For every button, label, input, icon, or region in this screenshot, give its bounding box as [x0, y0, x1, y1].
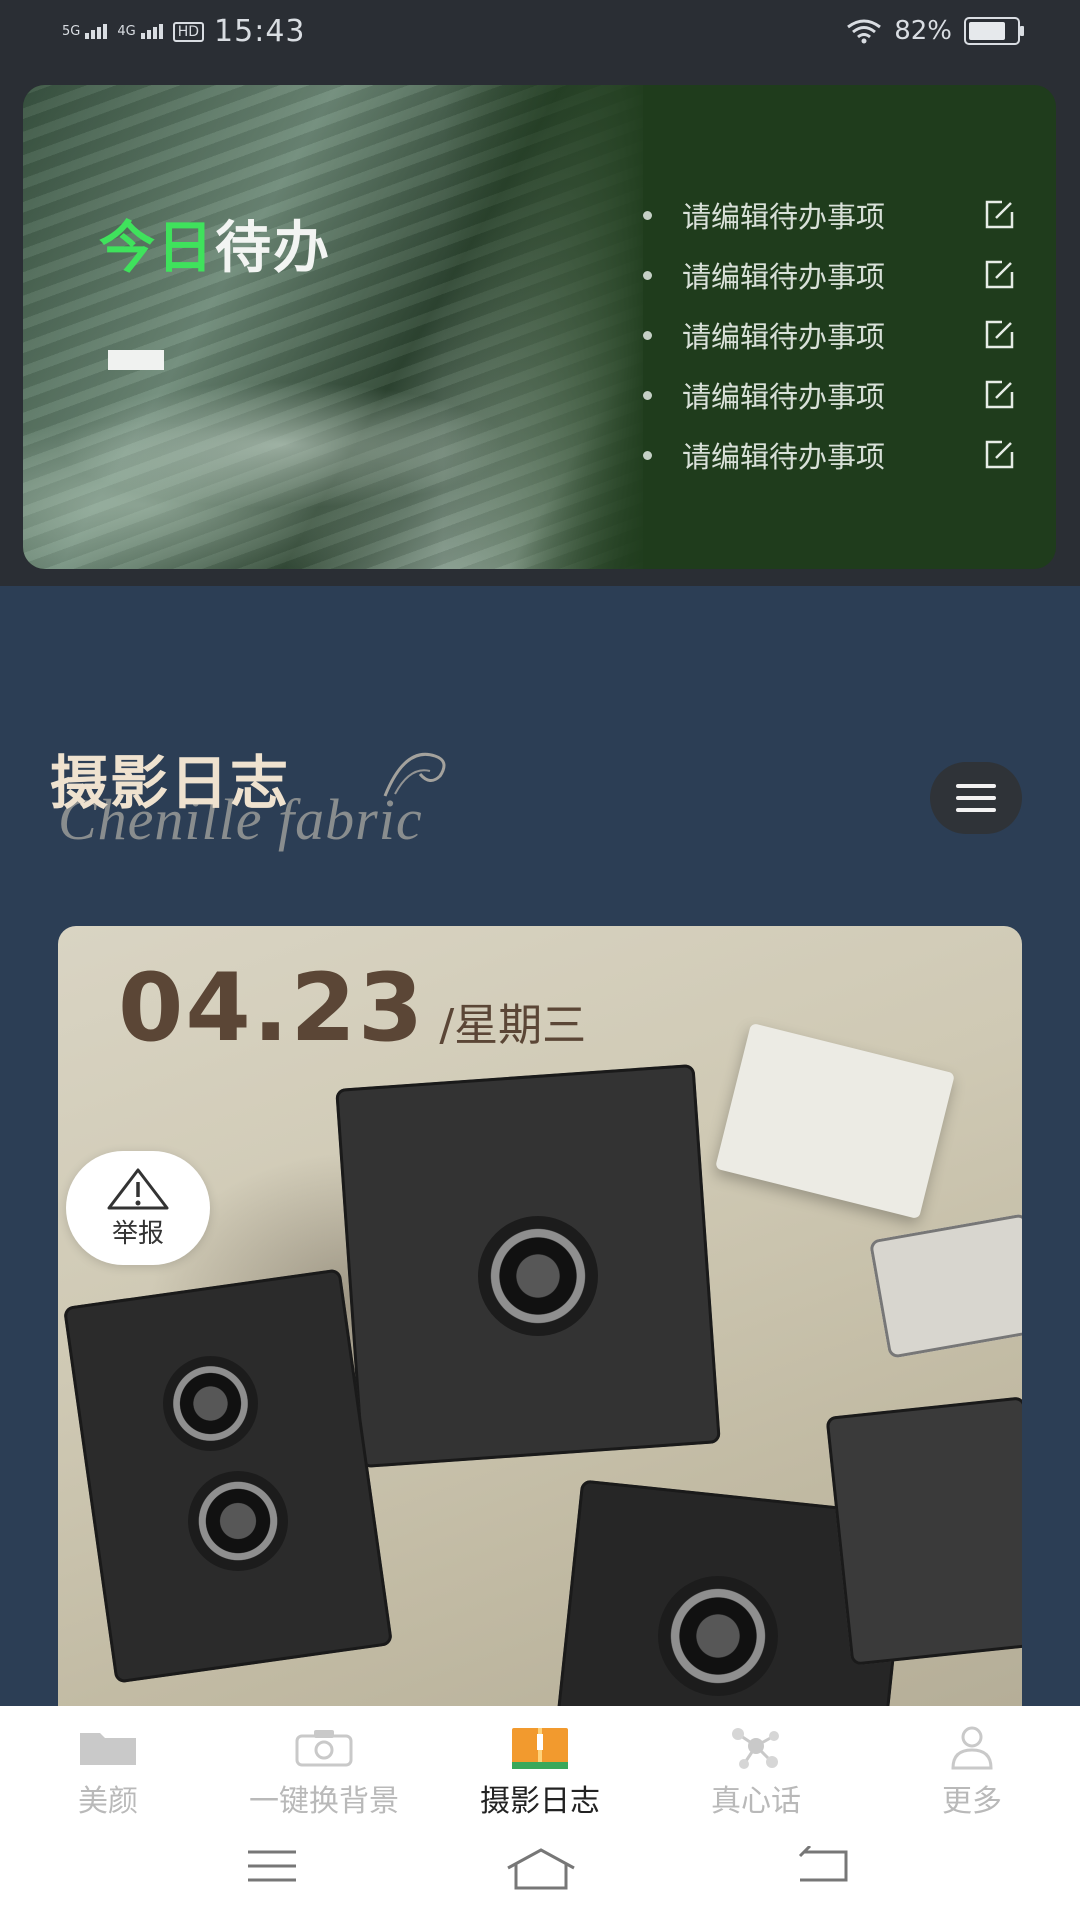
camera-image: [825, 1396, 1022, 1666]
todo-item-text: 请编辑待办事项: [682, 260, 886, 294]
signal-4g-icon: 4G: [117, 24, 163, 39]
report-label: 举报: [111, 1218, 164, 1249]
camera-icon: [294, 1724, 354, 1770]
menu-line: [956, 796, 996, 800]
tab-truth[interactable]: 真心话: [648, 1706, 864, 1824]
menu-line: [956, 808, 996, 812]
bullet-dot: [643, 210, 652, 220]
tab-photo-journal[interactable]: 摄影日志: [432, 1706, 648, 1824]
todo-title-dash: [108, 350, 164, 370]
bottom-tab-bar: 美颜 一键换背景 摄影日志 真心话 更多: [0, 1706, 1080, 1824]
todo-item-text: 请编辑待办事项: [682, 320, 886, 354]
tab-label: 美颜: [78, 1784, 138, 1819]
tab-label: 真心话: [711, 1784, 801, 1819]
bullet-dot: [643, 450, 652, 460]
todo-card: 今日待办 请编辑待办事项 请编辑待办事项 请编辑待办事项 请编辑待办事项 请编辑…: [23, 85, 1056, 569]
edit-icon[interactable]: [982, 198, 1016, 232]
flourish-icon: [383, 753, 446, 797]
camera-image: [868, 1213, 1022, 1359]
todo-art-fade: [443, 85, 663, 569]
date-weekday: /星期三: [439, 1000, 587, 1051]
film-box-image: [714, 1022, 956, 1220]
hd-icon: HD: [172, 21, 205, 42]
todo-title: 今日待办: [99, 203, 331, 284]
journal-header: Chenille fabric 摄影日志: [0, 586, 1080, 886]
todo-item-text: 请编辑待办事项: [682, 200, 886, 234]
bullet-dot: [643, 390, 652, 400]
person-icon: [942, 1724, 1002, 1770]
battery-fill: [969, 22, 1005, 40]
signal-4g-label: 4G: [117, 24, 136, 39]
edit-icon[interactable]: [982, 318, 1016, 352]
edit-icon[interactable]: [982, 438, 1016, 472]
edit-icon[interactable]: [982, 378, 1016, 412]
todo-list: 请编辑待办事项 请编辑待办事项 请编辑待办事项 请编辑待办事项 请编辑待办事项: [643, 185, 1016, 485]
molecule-icon: [726, 1724, 786, 1770]
camera-lens: [478, 1216, 598, 1336]
status-bar: 5G 4G HD 15:43 82%: [0, 0, 1080, 68]
back-icon[interactable]: [796, 1846, 850, 1886]
signal-5g-icon: 5G: [62, 24, 108, 39]
todo-item[interactable]: 请编辑待办事项: [643, 425, 1016, 485]
status-time: 15:43: [214, 14, 306, 49]
wifi-icon: [847, 19, 882, 44]
menu-line: [956, 784, 996, 788]
todo-item-text: 请编辑待办事项: [682, 380, 886, 414]
tab-more[interactable]: 更多: [864, 1706, 1080, 1824]
photo-card[interactable]: 04.23 /星期三: [58, 926, 1022, 1706]
signal-5g-label: 5G: [62, 24, 81, 39]
todo-title-highlight: 今日: [99, 216, 215, 281]
tab-change-background[interactable]: 一键换背景: [216, 1706, 432, 1824]
warning-icon: [107, 1168, 169, 1209]
tab-beauty[interactable]: 美颜: [0, 1706, 216, 1824]
menu-button[interactable]: [930, 762, 1022, 834]
report-button[interactable]: 举报: [66, 1151, 210, 1265]
camera-lens: [188, 1471, 288, 1571]
bullet-dot: [643, 270, 652, 280]
todo-title-rest: 待办: [215, 216, 331, 281]
tab-label: 摄影日志: [480, 1784, 600, 1819]
todo-item[interactable]: 请编辑待办事项: [643, 245, 1016, 305]
book-icon: [510, 1724, 570, 1770]
home-icon[interactable]: [505, 1846, 577, 1890]
folder-icon: [78, 1724, 138, 1770]
journal-title: 摄影日志: [50, 749, 291, 817]
camera-lens: [658, 1576, 778, 1696]
date-number: 04.23: [118, 954, 426, 1063]
todo-item[interactable]: 请编辑待办事项: [643, 185, 1016, 245]
todo-item-text: 请编辑待办事项: [682, 440, 886, 474]
edit-icon[interactable]: [982, 258, 1016, 292]
tab-label: 一键换背景: [249, 1784, 399, 1819]
status-right: 82%: [846, 16, 1024, 46]
tab-label: 更多: [942, 1784, 1002, 1819]
battery-percent: 82%: [894, 16, 952, 46]
bullet-dot: [643, 330, 652, 340]
recent-apps-icon[interactable]: [246, 1846, 298, 1886]
status-left: 5G 4G HD 15:43: [62, 14, 306, 49]
battery-icon: [964, 17, 1024, 45]
todo-item[interactable]: 请编辑待办事项: [643, 365, 1016, 425]
system-nav-bar: [0, 1824, 1080, 1920]
date-line: 04.23 /星期三: [118, 954, 586, 1063]
camera-lens: [163, 1356, 258, 1451]
todo-item[interactable]: 请编辑待办事项: [643, 305, 1016, 365]
